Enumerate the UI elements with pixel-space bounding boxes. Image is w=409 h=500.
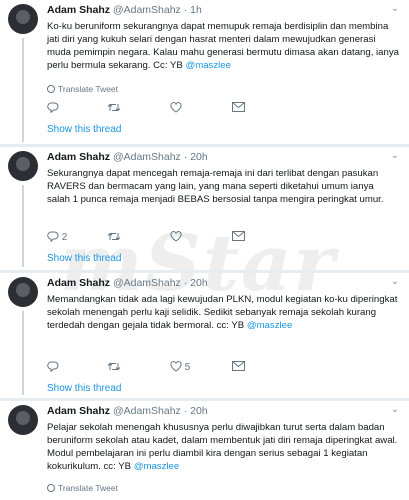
author-name[interactable]: Adam Shahz [47, 277, 110, 289]
retweet-icon [107, 232, 121, 241]
tweet-text: Ko-ku beruniform sekurangnya dapat memup… [47, 21, 399, 71]
tweet-1[interactable]: Adam Shahz @AdamShahz · 1h ⌄ Ko-ku berun… [0, 0, 409, 146]
like-count: 5 [184, 362, 191, 373]
tweet-text: Sekurangnya dapat mencegah remaja-remaja… [47, 168, 384, 205]
tweet-actions [47, 102, 347, 116]
reply-count: 2 [61, 232, 68, 243]
globe-icon [47, 484, 55, 492]
show-thread-link[interactable]: Show this thread [47, 383, 122, 394]
tweet-3[interactable]: Adam Shahz @AdamShahz · 20h ⌄ Memandangk… [0, 273, 409, 399]
author-handle[interactable]: @AdamShahz [113, 4, 181, 16]
retweet-button[interactable] [107, 231, 121, 243]
mention-link[interactable]: @maszlee [247, 320, 292, 331]
author-handle[interactable]: @AdamShahz [113, 405, 181, 417]
author-handle[interactable]: @AdamShahz [113, 277, 181, 289]
separator-dot: · [183, 405, 188, 417]
tweet-actions: 2 [47, 231, 347, 245]
heart-icon [170, 231, 182, 242]
globe-icon [47, 85, 55, 93]
tweet-header: Adam Shahz @AdamShahz · 20h [47, 277, 208, 289]
retweet-icon [107, 103, 121, 112]
show-thread-link[interactable]: Show this thread [47, 124, 122, 135]
direct-message-button[interactable] [232, 361, 245, 372]
like-button[interactable] [170, 231, 182, 243]
reply-button[interactable]: 2 [47, 231, 67, 243]
heart-icon [170, 361, 182, 372]
reply-button[interactable] [47, 102, 59, 114]
chevron-down-icon[interactable]: ⌄ [391, 404, 399, 415]
separator-dot: · [183, 4, 188, 16]
tweet-text: Pelajar sekolah menengah khususnya perlu… [47, 422, 398, 472]
avatar[interactable] [8, 405, 38, 435]
tweet-2[interactable]: Adam Shahz @AdamShahz · 20h ⌄ Sekurangny… [0, 147, 409, 271]
chevron-down-icon[interactable]: ⌄ [391, 150, 399, 161]
tweet-time[interactable]: 20h [190, 151, 208, 163]
translate-tweet-link[interactable]: Translate Tweet [47, 84, 118, 94]
reply-icon [47, 102, 59, 114]
author-name[interactable]: Adam Shahz [47, 151, 110, 163]
avatar[interactable] [8, 4, 38, 34]
separator-dot: · [183, 277, 188, 289]
retweet-icon [107, 362, 121, 371]
reply-icon [47, 361, 59, 373]
tweet-header: Adam Shahz @AdamShahz · 20h [47, 405, 208, 417]
avatar[interactable] [8, 277, 38, 307]
mention-link[interactable]: @maszlee [134, 461, 179, 472]
tweet-time[interactable]: 20h [190, 405, 208, 417]
tweet-4[interactable]: Adam Shahz @AdamShahz · 20h ⌄ Pelajar se… [0, 401, 409, 500]
author-name[interactable]: Adam Shahz [47, 405, 110, 417]
thread-connector [22, 311, 24, 395]
author-name[interactable]: Adam Shahz [47, 4, 110, 16]
like-button[interactable]: 5 [170, 361, 190, 373]
direct-message-button[interactable] [232, 102, 245, 113]
retweet-button[interactable] [107, 102, 121, 114]
thread-connector [22, 185, 24, 267]
tweet-actions: 5 [47, 361, 347, 375]
mention-link[interactable]: @maszlee [185, 60, 230, 71]
direct-message-button[interactable] [232, 231, 245, 242]
chevron-down-icon[interactable]: ⌄ [391, 276, 399, 287]
tweet-header: Adam Shahz @AdamShahz · 1h [47, 4, 202, 16]
tweet-time[interactable]: 20h [190, 277, 208, 289]
show-thread-link[interactable]: Show this thread [47, 253, 122, 264]
tweet-text: Memandangkan tidak ada lagi kewujudan PL… [47, 294, 398, 331]
reply-icon [47, 231, 59, 243]
envelope-icon [232, 102, 245, 112]
author-handle[interactable]: @AdamShahz [113, 151, 181, 163]
separator-dot: · [183, 151, 188, 163]
retweet-button[interactable] [107, 361, 121, 373]
heart-icon [170, 102, 182, 113]
chevron-down-icon[interactable]: ⌄ [391, 3, 399, 14]
thread-connector [22, 38, 24, 142]
tweet-time[interactable]: 1h [190, 4, 202, 16]
envelope-icon [232, 231, 245, 241]
like-button[interactable] [170, 102, 182, 114]
reply-button[interactable] [47, 361, 59, 373]
tweet-header: Adam Shahz @AdamShahz · 20h [47, 151, 208, 163]
avatar[interactable] [8, 151, 38, 181]
envelope-icon [232, 361, 245, 371]
translate-tweet-link[interactable]: Translate Tweet [47, 483, 118, 493]
